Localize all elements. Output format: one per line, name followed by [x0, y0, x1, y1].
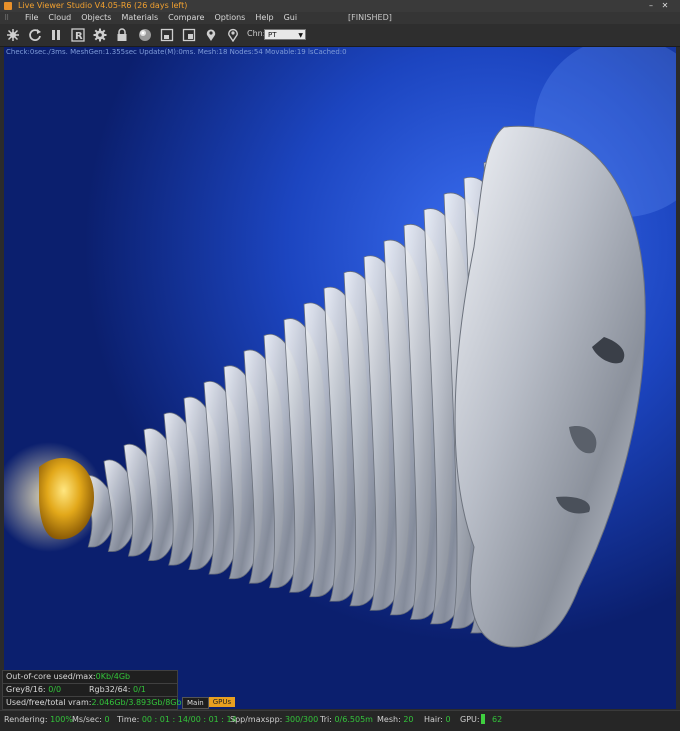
- menu-cloud[interactable]: Cloud: [43, 12, 76, 24]
- sphere-icon[interactable]: [137, 27, 153, 43]
- panel-tabs: Main GPUs: [182, 697, 236, 709]
- refresh-icon[interactable]: [27, 27, 43, 43]
- mesh-label: Mesh:: [377, 715, 401, 724]
- chevron-down-icon: ▼: [298, 32, 303, 39]
- r-icon[interactable]: R: [70, 27, 86, 43]
- gpu-label: GPU:: [460, 715, 480, 724]
- spp-value: 300/300: [284, 715, 319, 724]
- out-of-core-panel: Out-of-core used/max:0Kb/4Gb: [2, 670, 178, 684]
- pause-icon[interactable]: [48, 27, 64, 43]
- menu-compare[interactable]: Compare: [163, 12, 209, 24]
- grey-value: 0/0: [48, 685, 62, 694]
- pin-outline-icon[interactable]: [225, 27, 241, 43]
- tab-gpus[interactable]: GPUs: [208, 697, 236, 707]
- render-info-line: Check:0sec./3ms. MeshGen:1.355sec Update…: [6, 48, 347, 56]
- rendering-value: 100%: [50, 715, 73, 724]
- rendering-label: Rendering:: [4, 715, 48, 724]
- ms-label: Ms/sec:: [72, 715, 102, 724]
- menu-help[interactable]: Help: [250, 12, 278, 24]
- texture-count-panel: Grey8/16: 0/0 Rgb32/64: 0/1: [2, 683, 178, 697]
- tri-value: 0/6.505m: [334, 715, 373, 724]
- close-button[interactable]: ✕: [660, 1, 670, 11]
- menu-objects[interactable]: Objects: [76, 12, 116, 24]
- gpu-value: 62: [492, 715, 503, 724]
- window-title: Live Viewer Studio V4.05-R6 (26 days lef…: [18, 1, 188, 10]
- vram-panel: Used/free/total vram:2.046Gb/3.893Gb/8Gb: [2, 696, 182, 710]
- grip-icon: ⠿: [4, 14, 10, 22]
- channel-value: PT: [268, 31, 277, 39]
- settings-burst-icon[interactable]: [5, 27, 21, 43]
- app-icon: [4, 2, 12, 10]
- grey-label: Grey8/16:: [6, 685, 46, 694]
- menu-materials[interactable]: Materials: [116, 12, 163, 24]
- render-viewport[interactable]: Check:0sec./3ms. MeshGen:1.355sec Update…: [4, 47, 676, 709]
- menu-file[interactable]: File: [20, 12, 43, 24]
- status-bar: Rendering: 100% Ms/sec: 0 Time: 00 : 01 …: [0, 710, 680, 731]
- spp-label: Spp/maxspp:: [230, 715, 283, 724]
- toolbar: R Chn: PT ▼: [0, 24, 680, 47]
- out-of-core-value: 0Kb/4Gb: [95, 672, 131, 681]
- time-label: Time:: [117, 715, 140, 724]
- pin-icon[interactable]: [203, 27, 219, 43]
- region-icon[interactable]: [159, 27, 175, 43]
- out-of-core-label: Out-of-core used/max:: [6, 672, 96, 681]
- vram-value: 2.046Gb/3.893Gb/8Gb: [91, 698, 182, 707]
- rgb-label: Rgb32/64:: [89, 685, 131, 694]
- gear-icon[interactable]: [92, 27, 108, 43]
- mesh-value: 20: [403, 715, 414, 724]
- channel-select[interactable]: PT ▼: [264, 29, 306, 40]
- menu-bar: ⠿ File Cloud Objects Materials Compare O…: [0, 12, 680, 24]
- title-bar: Live Viewer Studio V4.05-R6 (26 days lef…: [0, 0, 680, 12]
- hair-label: Hair:: [424, 715, 443, 724]
- svg-text:R: R: [75, 31, 83, 42]
- vram-label: Used/free/total vram:: [6, 698, 92, 707]
- gpu-usage-bar: [481, 714, 485, 724]
- lock-icon[interactable]: [114, 27, 130, 43]
- tab-main[interactable]: Main: [182, 697, 209, 709]
- menu-gui[interactable]: Gui: [279, 12, 303, 24]
- minimize-button[interactable]: –: [646, 1, 656, 11]
- region-focus-icon[interactable]: [181, 27, 197, 43]
- channel-label: Chn:: [247, 29, 266, 38]
- time-value: 00 : 01 : 14/00 : 01 : 14: [141, 715, 237, 724]
- rgb-value: 0/1: [133, 685, 146, 694]
- tri-label: Tri:: [320, 715, 332, 724]
- render-image: [4, 47, 676, 709]
- menu-options[interactable]: Options: [209, 12, 250, 24]
- hair-value: 0: [445, 715, 451, 724]
- ms-value: 0: [104, 715, 110, 724]
- render-status: [FINISHED]: [348, 13, 392, 22]
